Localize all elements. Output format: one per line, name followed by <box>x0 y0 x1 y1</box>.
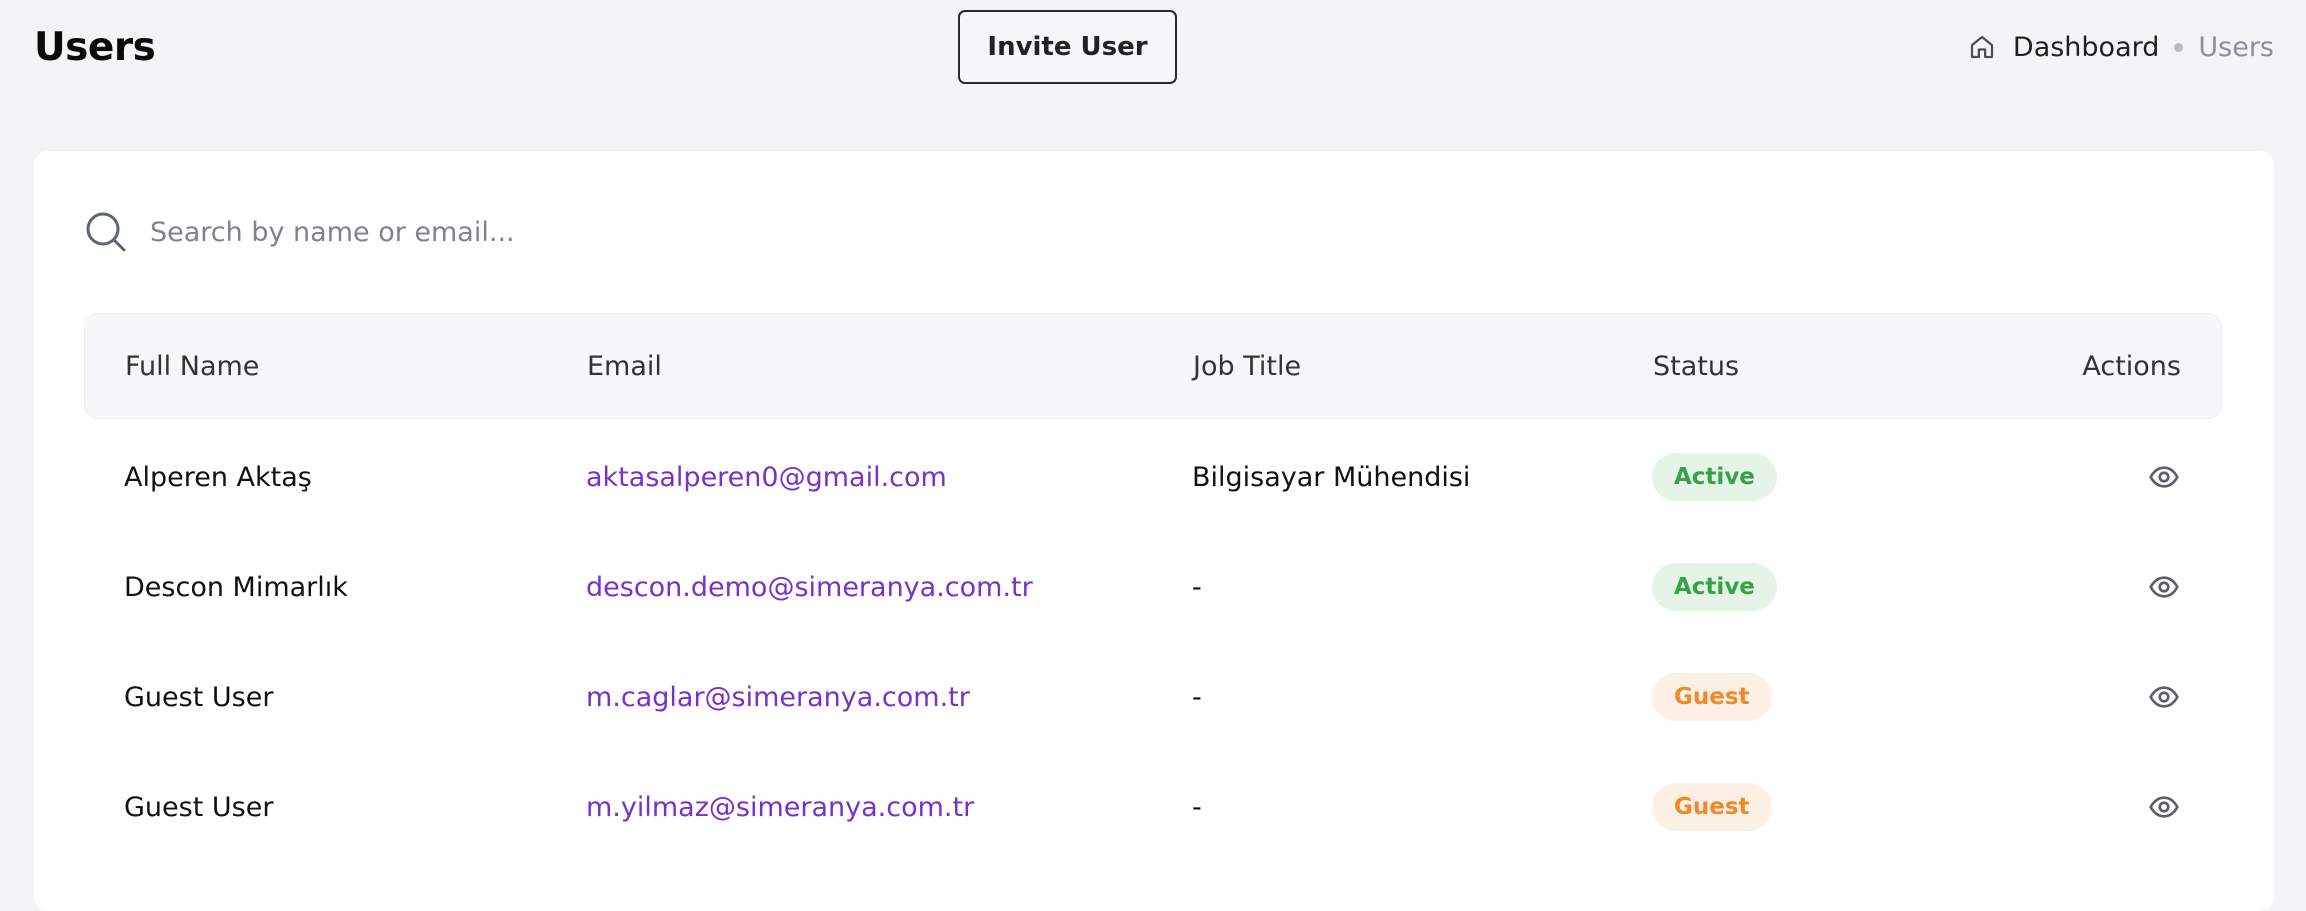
table-row: Guest User m.yilmaz@simeranya.com.tr - G… <box>84 752 2222 862</box>
view-user-button[interactable] <box>2134 532 2194 642</box>
view-user-button[interactable] <box>2134 752 2194 862</box>
status-badge: Guest <box>1652 673 1772 721</box>
row-email-link[interactable]: m.caglar@simeranya.com.tr <box>586 682 970 713</box>
row-status-cell: Guest <box>1652 642 1772 752</box>
row-full-name: Alperen Aktaş <box>124 461 312 493</box>
row-job-title: - <box>1192 681 1202 713</box>
row-job-title: - <box>1192 791 1202 823</box>
eye-icon <box>2148 571 2180 603</box>
table-row: Descon Mimarlık descon.demo@simeranya.co… <box>84 532 2222 642</box>
row-full-name: Descon Mimarlık <box>124 571 348 603</box>
column-header-job-title[interactable]: Job Title <box>1193 314 1301 418</box>
invite-user-button[interactable]: Invite User <box>958 10 1177 84</box>
breadcrumb-current: Users <box>2198 31 2274 63</box>
row-status-cell: Guest <box>1652 752 1772 862</box>
column-header-full-name[interactable]: Full Name <box>125 314 259 418</box>
search-input[interactable] <box>150 216 950 248</box>
view-user-button[interactable] <box>2134 422 2194 532</box>
column-header-email[interactable]: Email <box>587 314 662 418</box>
row-email-link[interactable]: m.yilmaz@simeranya.com.tr <box>586 792 974 823</box>
users-card: Full Name Email Job Title Status Actions… <box>34 151 2274 911</box>
row-email-cell: descon.demo@simeranya.com.tr <box>586 532 1033 642</box>
row-email-link[interactable]: aktasalperen0@gmail.com <box>586 462 947 493</box>
search-bar <box>84 207 984 257</box>
row-email-cell: m.caglar@simeranya.com.tr <box>586 642 970 752</box>
breadcrumb-dashboard-link[interactable]: Dashboard <box>2013 32 2159 63</box>
table-row: Alperen Aktaş aktasalperen0@gmail.com Bi… <box>84 422 2222 532</box>
status-badge: Active <box>1652 563 1777 611</box>
row-email-cell: aktasalperen0@gmail.com <box>586 422 947 532</box>
row-status-cell: Active <box>1652 532 1777 642</box>
home-icon[interactable] <box>1967 32 1997 62</box>
row-status-cell: Active <box>1652 422 1777 532</box>
eye-icon <box>2148 461 2180 493</box>
table-header: Full Name Email Job Title Status Actions <box>84 313 2222 419</box>
page-title: Users <box>34 25 156 70</box>
breadcrumb-separator <box>2174 42 2184 52</box>
breadcrumb: Dashboard Users <box>1967 26 2274 68</box>
row-email-link[interactable]: descon.demo@simeranya.com.tr <box>586 572 1033 603</box>
search-icon <box>84 210 128 254</box>
row-job-title: - <box>1192 571 1202 603</box>
status-badge: Guest <box>1652 783 1772 831</box>
column-header-status[interactable]: Status <box>1653 314 1739 418</box>
eye-icon <box>2148 791 2180 823</box>
column-header-actions: Actions <box>2082 350 2181 382</box>
row-job-title: Bilgisayar Mühendisi <box>1192 461 1471 493</box>
view-user-button[interactable] <box>2134 642 2194 752</box>
row-email-cell: m.yilmaz@simeranya.com.tr <box>586 752 974 862</box>
table-row: Guest User m.caglar@simeranya.com.tr - G… <box>84 642 2222 752</box>
row-full-name: Guest User <box>124 791 274 823</box>
eye-icon <box>2148 681 2180 713</box>
row-full-name: Guest User <box>124 681 274 713</box>
status-badge: Active <box>1652 453 1777 501</box>
